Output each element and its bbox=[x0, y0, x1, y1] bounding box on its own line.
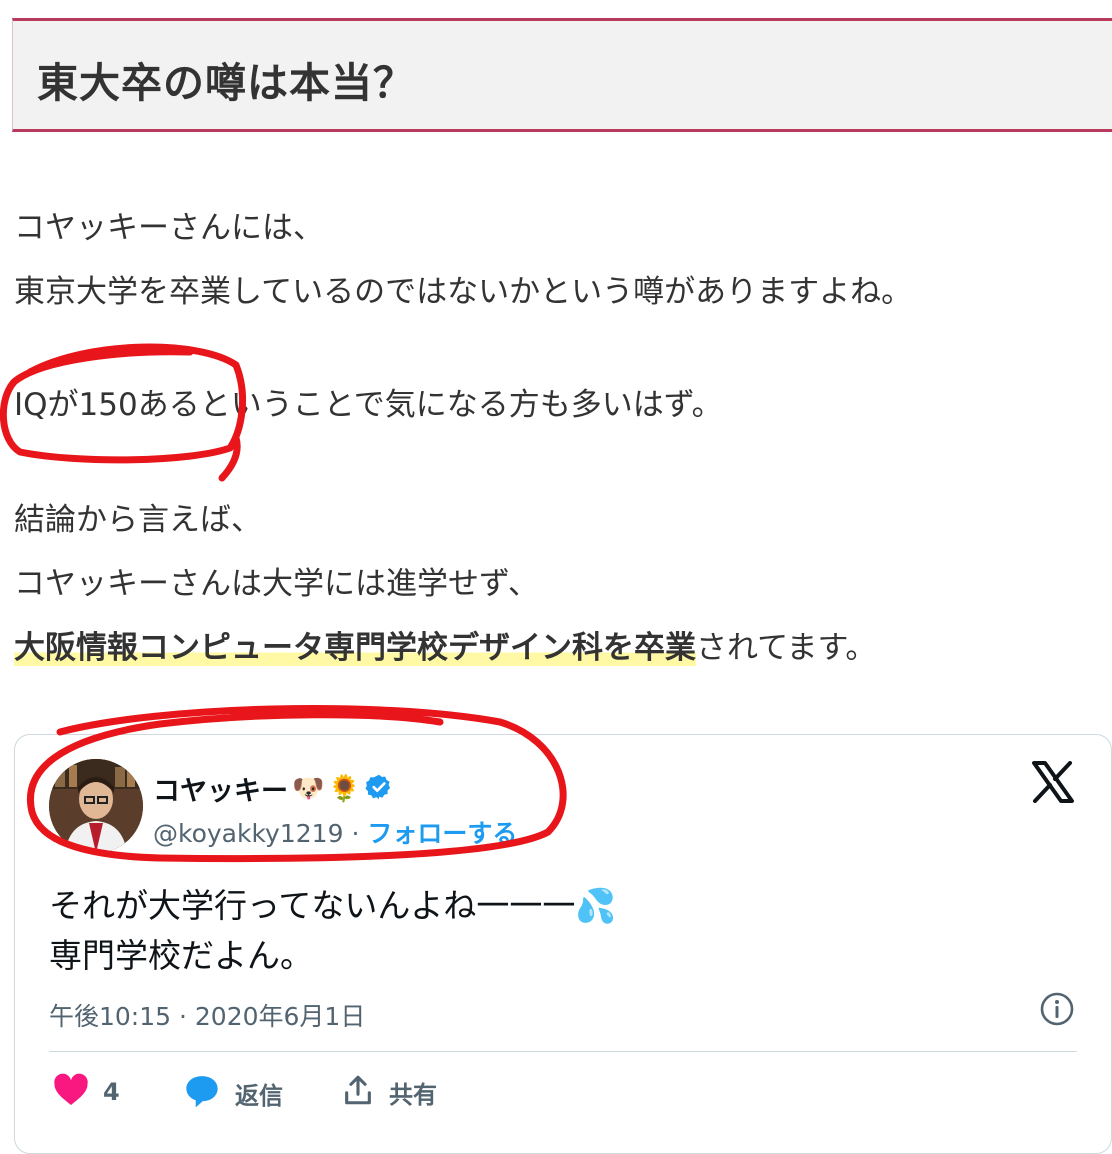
handle-separator: · bbox=[351, 819, 360, 848]
sweat-droplets-emoji-icon: 💦 bbox=[575, 886, 617, 925]
tweet-divider bbox=[49, 1051, 1077, 1052]
like-count: 4 bbox=[103, 1078, 120, 1106]
dog-emoji-icon: 🐶 bbox=[292, 773, 325, 804]
article-line-4: 結論から言えば、 bbox=[14, 502, 262, 538]
article-line-6: 大阪情報コンピュータ専門学校デザイン科を卒業されてます。 bbox=[14, 628, 876, 668]
verified-badge-icon bbox=[365, 773, 393, 805]
section-heading-box: 東大卒の噂は本当？ bbox=[12, 18, 1112, 132]
reply-icon bbox=[183, 1073, 221, 1113]
article-line-2: 東京大学を卒業しているのではないかという噂がありますよね。 bbox=[14, 274, 913, 310]
article-line-6-rest: されてます。 bbox=[696, 630, 877, 666]
share-label: 共有 bbox=[389, 1080, 437, 1109]
sunflower-emoji-icon: 🌻 bbox=[328, 773, 361, 804]
tweet-text: それが大学行ってないんよね一一一💦 専門学校だよん。 bbox=[49, 881, 616, 981]
section-heading: 東大卒の噂は本当？ bbox=[37, 59, 415, 107]
article-line-3: IQが150あるということで気になる方も多いはず。 bbox=[14, 387, 723, 423]
reply-label: 返信 bbox=[235, 1081, 283, 1110]
highlighted-text: 大阪情報コンピュータ専門学校デザイン科を卒業 bbox=[14, 630, 696, 666]
tweet-display-name[interactable]: コヤッキー bbox=[153, 769, 288, 808]
article-line-1: コヤッキーさんには、 bbox=[14, 210, 324, 246]
reply-button[interactable]: 返信 bbox=[183, 1073, 283, 1113]
avatar[interactable] bbox=[49, 759, 143, 853]
heart-icon bbox=[53, 1073, 89, 1111]
tweet-timestamp[interactable]: 午後10:15 · 2020年6月1日 bbox=[49, 997, 365, 1033]
share-button[interactable]: 共有 bbox=[341, 1073, 437, 1111]
like-button[interactable]: 4 bbox=[53, 1073, 120, 1111]
info-icon[interactable] bbox=[1039, 991, 1075, 1031]
follow-button[interactable]: フォローする bbox=[367, 819, 517, 848]
article-line-5: コヤッキーさんは大学には進学せず、 bbox=[14, 566, 539, 602]
share-icon bbox=[341, 1073, 375, 1111]
tweet-handle-row: @koyakky1219 · フォローする bbox=[153, 814, 517, 850]
tweet-handle[interactable]: @koyakky1219 bbox=[153, 819, 343, 848]
x-logo-icon[interactable] bbox=[1031, 761, 1075, 807]
tweet-text-line-1: それが大学行ってないんよね一一一 bbox=[49, 886, 576, 925]
tweet-author-name-row[interactable]: コヤッキー 🐶 🌻 bbox=[153, 769, 393, 808]
embedded-tweet-card[interactable]: コヤッキー 🐶 🌻 @koyakky1219 · フォローする それが大学行って… bbox=[14, 734, 1112, 1154]
tweet-text-line-2: 専門学校だよん。 bbox=[49, 936, 313, 975]
